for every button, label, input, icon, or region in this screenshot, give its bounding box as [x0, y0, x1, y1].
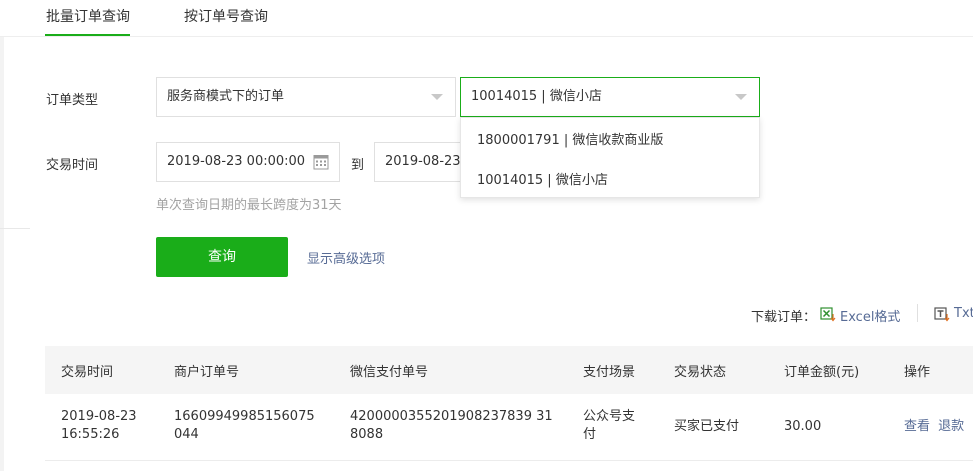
- excel-icon: [820, 307, 836, 322]
- time-label: 交易时间: [46, 158, 99, 173]
- start-time-input[interactable]: 2019-08-23 00:00:00: [156, 142, 340, 182]
- col-header-action: 操作: [904, 365, 931, 380]
- merchant-dropdown: 1800001791 | 微信收款商业版 10014015 | 微信小店: [460, 117, 760, 198]
- order-type-label: 订单类型: [46, 93, 99, 108]
- col-header-merchant-order-no: 商户订单号: [174, 365, 240, 380]
- merchant-select[interactable]: 10014015 | 微信小店: [460, 77, 760, 117]
- advanced-options-link[interactable]: 显示高级选项: [307, 248, 385, 267]
- download-label: 下载订单：: [751, 310, 817, 325]
- refund-link[interactable]: 退款: [938, 419, 964, 434]
- left-panel-edge: [0, 37, 4, 471]
- cell-pay-scene-line1: 公众号支: [583, 409, 636, 424]
- cell-trade-status: 买家已支付: [674, 419, 740, 434]
- table-row: 2019-08-23 16:55:26 16609949985156075 04…: [45, 394, 973, 461]
- order-type-value: 服务商模式下的订单: [167, 89, 285, 104]
- to-label: 到: [351, 158, 365, 173]
- date-range-hint: 单次查询日期的最长跨度为31天: [156, 198, 342, 213]
- cell-actions: 查看 退款: [904, 418, 964, 436]
- start-time-value: 2019-08-23 00:00:00: [167, 154, 306, 169]
- merchant-option[interactable]: 10014015 | 微信小店: [477, 169, 608, 188]
- col-header-trade-status: 交易状态: [674, 365, 727, 380]
- tabs-divider: [0, 36, 973, 37]
- cell-wxpay-no-line2: 8088: [350, 427, 384, 442]
- cell-pay-scene-line2: 付: [583, 427, 597, 442]
- download-txt-link[interactable]: Txt: [954, 306, 973, 321]
- table-header: 交易时间 商户订单号 微信支付单号 支付场景 交易状态 订单金额(元) 操作: [45, 346, 973, 394]
- txt-icon: [934, 307, 950, 322]
- col-header-time: 交易时间: [61, 365, 114, 380]
- left-panel-divider: [0, 228, 30, 229]
- merchant-value: 10014015 | 微信小店: [471, 89, 602, 104]
- download-excel-link[interactable]: Excel格式: [840, 306, 900, 325]
- cell-time: 2019-08-23 16:55:26: [61, 408, 137, 444]
- tab-order-no-query[interactable]: 按订单号查询: [184, 6, 268, 26]
- cell-wxpay-no-line1: 4200000355201908237839 31: [350, 409, 553, 424]
- query-button[interactable]: 查询: [156, 237, 288, 277]
- calendar-icon[interactable]: [313, 154, 329, 170]
- order-type-select[interactable]: 服务商模式下的订单: [156, 77, 456, 117]
- cell-amount: 30.00: [784, 419, 822, 434]
- chevron-down-icon: [735, 94, 747, 100]
- cell-merchant-order-no-line2: 044: [174, 427, 199, 442]
- view-link[interactable]: 查看: [904, 419, 930, 434]
- col-header-pay-scene: 支付场景: [583, 365, 636, 380]
- cell-wxpay-no: 4200000355201908237839 31 8088: [350, 408, 553, 444]
- cell-merchant-order-no-line1: 16609949985156075: [174, 409, 315, 424]
- cell-time-date: 2019-08-23: [61, 409, 137, 424]
- cell-time-clock: 16:55:26: [61, 427, 120, 442]
- col-header-amount: 订单金额(元): [784, 365, 860, 380]
- download-separator: [917, 304, 918, 322]
- cell-merchant-order-no: 16609949985156075 044: [174, 408, 315, 444]
- tab-batch-query[interactable]: 批量订单查询: [46, 6, 130, 26]
- chevron-down-icon: [431, 94, 443, 100]
- col-header-wxpay-no: 微信支付单号: [350, 365, 429, 380]
- cell-pay-scene: 公众号支 付: [583, 408, 635, 444]
- merchant-option[interactable]: 1800001791 | 微信收款商业版: [477, 129, 663, 148]
